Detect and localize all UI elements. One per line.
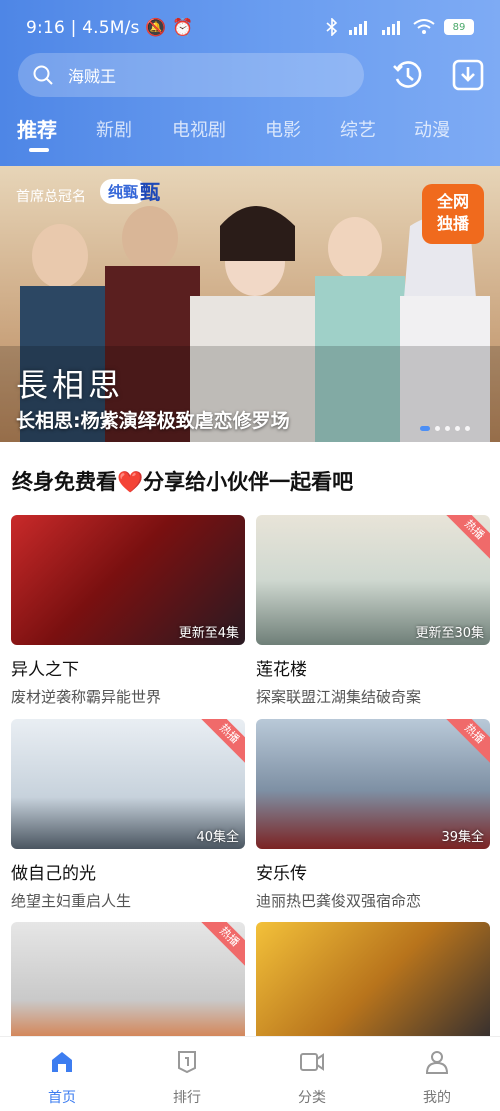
card-desc: 迪丽热巴龚俊双强宿命恋	[256, 892, 422, 910]
tab-variety[interactable]: 综艺	[340, 116, 376, 142]
signal-icon-2	[380, 17, 404, 37]
card-title: 莲花楼	[256, 660, 307, 680]
nav-profile[interactable]: 我的	[397, 1049, 477, 1107]
card-thumbnail: 更新至4集	[11, 515, 245, 645]
wifi-icon	[413, 17, 435, 37]
status-time: 9:16 | 4.5M/s 🔕 ⏰	[26, 18, 194, 38]
tab-anime[interactable]: 动漫	[414, 116, 450, 142]
banner-carousel[interactable]: 首席总冠名 纯甄 甄 全网 独播 長相思 长相思:杨紫演绎极致虐恋修罗场	[0, 166, 500, 442]
card-thumbnail	[256, 922, 490, 1052]
drama-card[interactable]	[256, 922, 490, 1052]
nav-rank[interactable]: 排行	[147, 1049, 227, 1107]
banner-caption: 长相思:杨紫演绎极致虐恋修罗场	[16, 410, 290, 432]
sponsor-logo-2: 甄	[140, 180, 160, 204]
tab-indicator	[29, 148, 49, 152]
episode-count: 更新至4集	[178, 626, 239, 641]
banner-sponsor-label: 首席总冠名	[16, 189, 86, 205]
status-icons: 89	[326, 17, 474, 37]
nav-category[interactable]: 分类	[272, 1049, 352, 1107]
home-icon	[52, 1052, 72, 1072]
search-icon	[33, 65, 53, 85]
tab-new[interactable]: 新剧	[96, 116, 132, 142]
card-thumbnail: 热播 39集全	[256, 719, 490, 849]
alarm-icon: ⏰	[172, 18, 194, 38]
profile-icon	[425, 1051, 449, 1074]
search-text: 海贼王	[68, 67, 117, 86]
tab-movie[interactable]: 电影	[265, 116, 301, 142]
drama-card[interactable]: 热播 更新至30集 莲花楼 探案联盟江湖集结破奇案	[256, 515, 490, 707]
tab-tv[interactable]: 电视剧	[172, 116, 226, 142]
category-tabs: 推荐 新剧 电视剧 电影 综艺 动漫	[0, 112, 500, 152]
bottom-navigation: 首页 排行 分类 我的	[0, 1036, 500, 1111]
episode-count: 39集全	[441, 830, 484, 845]
banner-drama-title: 長相思	[16, 366, 125, 404]
drama-card[interactable]: 热播	[11, 922, 245, 1052]
card-thumbnail: 热播 更新至30集	[256, 515, 490, 645]
drama-card[interactable]: 更新至4集 异人之下 废材逆袭称霸异能世界	[11, 515, 245, 707]
rank-icon	[178, 1051, 196, 1074]
episode-count: 更新至30集	[415, 626, 484, 641]
section-title: 终身免费看❤️分享给小伙伴一起看吧	[12, 470, 354, 494]
card-title: 做自己的光	[11, 864, 96, 884]
card-title: 异人之下	[11, 660, 79, 680]
search-input[interactable]: 海贼王	[18, 53, 364, 97]
category-icon	[300, 1053, 324, 1071]
card-desc: 废材逆袭称霸异能世界	[11, 688, 162, 706]
card-desc: 绝望主妇重启人生	[11, 892, 132, 910]
card-thumbnail: 热播 40集全	[11, 719, 245, 849]
drama-card[interactable]: 热播 40集全 做自己的光 绝望主妇重启人生	[11, 719, 245, 911]
header: 9:16 | 4.5M/s 🔕 ⏰ 89 海贼王 推荐 新剧 电视剧 电影 综艺…	[0, 0, 500, 166]
card-title: 安乐传	[256, 864, 307, 884]
signal-icon-1	[347, 17, 371, 37]
tab-recommend[interactable]: 推荐	[17, 114, 57, 143]
card-thumbnail: 热播	[11, 922, 245, 1052]
mute-icon: 🔕	[145, 18, 167, 38]
episode-count: 40集全	[196, 830, 239, 845]
carousel-indicator	[420, 426, 470, 431]
download-icon[interactable]	[451, 58, 485, 92]
status-bar: 9:16 | 4.5M/s 🔕 ⏰ 89	[0, 0, 500, 52]
exclusive-badge: 全网 独播	[422, 184, 484, 244]
card-desc: 探案联盟江湖集结破奇案	[256, 688, 422, 706]
history-icon[interactable]	[391, 58, 425, 92]
battery-icon: 89	[444, 19, 474, 35]
drama-card[interactable]: 热播 39集全 安乐传 迪丽热巴龚俊双强宿命恋	[256, 719, 490, 911]
nav-home[interactable]: 首页	[22, 1049, 102, 1107]
bluetooth-icon	[326, 17, 338, 37]
